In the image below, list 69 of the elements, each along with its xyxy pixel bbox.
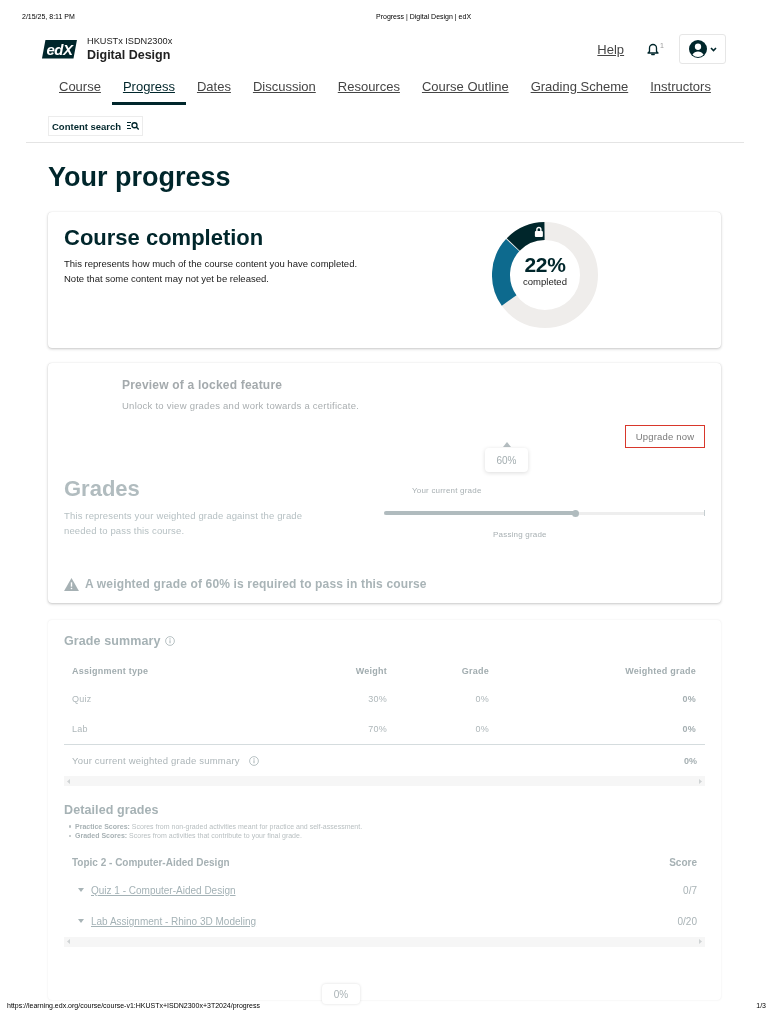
preview-message: Unlock to view grades and work towards a certificate. xyxy=(122,399,360,413)
info-icon[interactable] xyxy=(248,755,259,766)
completed-segment xyxy=(492,238,520,307)
preview-title: Preview of a locked feature xyxy=(122,377,283,393)
nav-tab[interactable]: Progress xyxy=(111,66,186,105)
scroll-left-icon[interactable] xyxy=(67,778,70,784)
course-code: HKUSTx ISDN2300x xyxy=(87,34,173,47)
column-header: Weighted grade xyxy=(625,666,696,676)
table-cell: Quiz xyxy=(72,694,92,704)
nav-tab[interactable]: Course xyxy=(48,66,112,105)
passing-grade-label: Passing grade xyxy=(493,530,547,540)
scroll-left-icon[interactable] xyxy=(67,939,70,945)
caret-icon xyxy=(709,46,717,52)
grades-description: This represents your weighted grade against the grade needed to pass this course. xyxy=(64,509,304,538)
course-title: Digital Design xyxy=(87,46,171,64)
page-title: Your progress xyxy=(48,162,231,192)
caret-icon[interactable] xyxy=(77,919,84,924)
scroll-right-icon[interactable] xyxy=(699,939,702,945)
score-value: 0/20 xyxy=(677,915,697,927)
table-cell: 30% xyxy=(368,694,387,704)
summary-label: Your current weighted grade summary xyxy=(72,755,240,766)
table-cell: 0% xyxy=(682,694,696,704)
table-cell: 0% xyxy=(475,694,489,704)
section-heading: Topic 2 - Computer-Aided Design xyxy=(72,856,230,868)
description-text: Note that some content may not yet be released. xyxy=(64,272,269,286)
percent-caption: completed xyxy=(523,276,567,288)
percent-value: 22% xyxy=(524,253,566,276)
bell-icon[interactable] xyxy=(647,41,660,56)
search-icon xyxy=(127,121,140,131)
upgrade-button[interactable]: Upgrade now xyxy=(625,425,705,448)
grade-tooltip: 60% xyxy=(485,442,528,472)
table-cell: 70% xyxy=(368,724,387,734)
bullet-icon xyxy=(68,825,71,828)
table-cell: 0% xyxy=(475,724,489,734)
grades-title: Grades xyxy=(64,476,140,502)
lock-icon xyxy=(534,226,543,237)
grade-marker-icon xyxy=(571,509,579,517)
user-icon xyxy=(688,40,707,58)
nav-tab[interactable]: Course Outline xyxy=(410,66,520,105)
caret-icon[interactable] xyxy=(77,888,84,893)
account-menu-button[interactable] xyxy=(679,34,726,64)
nav-tab[interactable]: Instructors xyxy=(639,66,722,105)
warning-text: A weighted grade of 60% is required to pass in this course xyxy=(85,576,427,592)
table-cell: 0% xyxy=(682,724,696,734)
column-header: Assignment type xyxy=(72,666,149,676)
horizontal-scrollbar[interactable] xyxy=(64,936,705,947)
warning-icon xyxy=(64,577,79,591)
logo[interactable]: edX xyxy=(42,39,77,59)
info-icon[interactable] xyxy=(165,636,176,646)
description-text: This represents how much of the course content you have completed. xyxy=(64,257,358,271)
grade-tooltip: 0% xyxy=(322,984,360,1004)
column-header: Weight xyxy=(355,666,387,676)
summary-value: 0% xyxy=(684,755,697,766)
detailed-grades-title: Detailed grades xyxy=(64,801,159,818)
table-cell: Lab xyxy=(72,724,88,734)
nav-tab[interactable]: Discussion xyxy=(241,66,327,105)
column-header: Grade xyxy=(461,666,489,676)
content-search-button[interactable]: Content search xyxy=(48,116,144,136)
section-title: Course completion xyxy=(64,225,264,251)
score-header: Score xyxy=(669,856,697,868)
help-link[interactable]: Help xyxy=(597,41,625,57)
nav-tab[interactable]: Dates xyxy=(185,66,242,105)
horizontal-scrollbar[interactable] xyxy=(64,776,705,786)
nav-tab[interactable]: Grading Scheme xyxy=(519,66,640,105)
grade-summary-title: Grade summary xyxy=(64,633,161,649)
score-value: 0/7 xyxy=(683,884,697,896)
current-grade-label: Your current grade xyxy=(412,486,482,496)
scroll-right-icon[interactable] xyxy=(699,778,702,784)
nav-tab[interactable]: Resources xyxy=(326,66,411,105)
